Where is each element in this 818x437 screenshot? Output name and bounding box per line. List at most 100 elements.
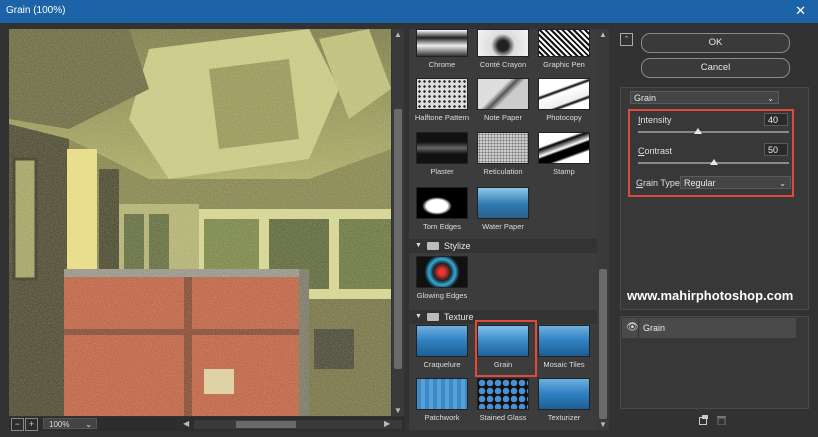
filter-label: Texturizer bbox=[547, 413, 581, 422]
scrollbar-thumb[interactable] bbox=[394, 109, 402, 369]
filter-photocopy[interactable]: Photocopy bbox=[535, 78, 593, 122]
filter-stained-glass[interactable]: Stained Glass bbox=[474, 378, 532, 422]
grain-type-value: Regular bbox=[684, 178, 716, 188]
texturizer-thumbnail-icon bbox=[538, 378, 590, 410]
chrome-thumbnail-icon bbox=[416, 29, 468, 57]
filter-label: Plaster bbox=[430, 167, 454, 176]
filter-label: Chrome bbox=[428, 60, 456, 69]
scroll-down-icon[interactable]: ▼ bbox=[394, 406, 402, 415]
contrast-label: Contrast bbox=[638, 146, 672, 156]
torn-edges-thumbnail-icon bbox=[416, 187, 468, 219]
effect-layer-name: Grain bbox=[643, 323, 666, 333]
filter-plaster[interactable]: Plaster bbox=[413, 132, 471, 176]
category-label: Texture bbox=[444, 312, 474, 322]
preview-zoom-bar: − + 100% ⌄ ◀ ▶ bbox=[9, 417, 405, 431]
filter-chrome[interactable]: Chrome bbox=[413, 29, 471, 69]
filter-label: Glowing Edges bbox=[416, 291, 468, 300]
glowing-edges-thumbnail-icon bbox=[416, 256, 468, 288]
filter-label: Halftone Pattern bbox=[414, 113, 470, 122]
new-effect-layer-icon[interactable] bbox=[699, 415, 708, 425]
folder-icon bbox=[427, 313, 439, 321]
stained-glass-thumbnail-icon bbox=[477, 378, 529, 410]
intensity-input[interactable]: 40 bbox=[764, 113, 788, 126]
filter-label: Water Paper bbox=[482, 222, 524, 231]
scroll-right-icon[interactable]: ▶ bbox=[384, 419, 390, 428]
title-bar: Grain (100%) ✕ bbox=[0, 0, 818, 23]
scrollbar-thumb[interactable] bbox=[236, 421, 296, 428]
reticulation-thumbnail-icon bbox=[477, 132, 529, 164]
chevron-down-icon: ⌄ bbox=[85, 420, 92, 429]
ok-button[interactable]: OK bbox=[641, 33, 790, 53]
effect-layers-panel: 👁 Grain bbox=[620, 316, 809, 409]
chevron-down-icon: ⌄ bbox=[767, 94, 774, 103]
filter-halftone-pattern[interactable]: Halftone Pattern bbox=[413, 78, 471, 122]
filter-label: Patchwork bbox=[424, 413, 460, 422]
filter-glowing-edges[interactable]: Glowing Edges bbox=[413, 256, 471, 300]
filter-conte-crayon[interactable]: Conté Crayon bbox=[474, 29, 532, 69]
halftone-pattern-thumbnail-icon bbox=[416, 78, 468, 110]
zoom-in-button[interactable]: + bbox=[25, 418, 38, 431]
grain-type-select[interactable]: Regular ⌄ bbox=[680, 176, 791, 189]
scroll-up-icon[interactable]: ▲ bbox=[394, 30, 402, 39]
delete-effect-layer-icon[interactable] bbox=[717, 415, 726, 425]
grain-type-mnemonic: G bbox=[636, 178, 644, 188]
scroll-left-icon[interactable]: ◀ bbox=[183, 419, 189, 428]
filter-label: Reticulation bbox=[483, 167, 523, 176]
gallery-scrollbar[interactable]: ▲ ▼ bbox=[597, 29, 609, 430]
collapse-gallery-icon[interactable]: ⌃ bbox=[620, 33, 633, 46]
effect-layer-row[interactable]: 👁 Grain bbox=[622, 318, 796, 338]
zoom-select[interactable]: 100% ⌄ bbox=[43, 418, 97, 429]
filter-label: Conté Crayon bbox=[479, 60, 527, 69]
filter-craquelure[interactable]: Craquelure bbox=[413, 325, 471, 369]
filter-mosaic-tiles[interactable]: Mosaic Tiles bbox=[535, 325, 593, 369]
filter-select-value: Grain bbox=[634, 93, 657, 103]
category-stylize[interactable]: ▼ Stylize bbox=[409, 239, 597, 253]
preview-canvas[interactable] bbox=[9, 29, 391, 416]
filter-stamp[interactable]: Stamp bbox=[535, 132, 593, 176]
filter-gallery: Chrome Conté Crayon Graphic Pen Halftone… bbox=[409, 29, 597, 430]
folder-icon bbox=[427, 242, 439, 250]
scroll-down-icon[interactable]: ▼ bbox=[599, 420, 607, 429]
conte-crayon-thumbnail-icon bbox=[477, 29, 529, 57]
contrast-label-text: ontrast bbox=[644, 146, 673, 156]
preview-horizontal-scrollbar[interactable] bbox=[194, 420, 402, 429]
filter-patchwork[interactable]: Patchwork bbox=[413, 378, 471, 422]
intensity-slider-track[interactable] bbox=[638, 131, 789, 133]
expand-triangle-icon: ▼ bbox=[415, 242, 422, 249]
filter-reticulation[interactable]: Reticulation bbox=[474, 132, 532, 176]
filter-water-paper[interactable]: Water Paper bbox=[474, 187, 532, 231]
filter-settings-panel: Grain ⌄ Intensity 40 Contrast 50 Grain T… bbox=[620, 87, 809, 310]
close-icon[interactable]: ✕ bbox=[795, 3, 806, 19]
selected-filter-highlight bbox=[475, 320, 537, 377]
category-label: Stylize bbox=[444, 241, 471, 251]
filter-torn-edges[interactable]: Torn Edges bbox=[413, 187, 471, 231]
contrast-input[interactable]: 50 bbox=[764, 143, 788, 156]
intensity-slider-handle[interactable] bbox=[694, 128, 703, 134]
plaster-thumbnail-icon bbox=[416, 132, 468, 164]
filter-label: Stamp bbox=[553, 167, 575, 176]
note-paper-thumbnail-icon bbox=[477, 78, 529, 110]
preview-vertical-scrollbar[interactable]: ▲ ▼ bbox=[392, 29, 404, 416]
filter-label: Stained Glass bbox=[479, 413, 527, 422]
preview-image bbox=[9, 29, 391, 416]
filter-label: Craquelure bbox=[423, 360, 461, 369]
grain-type-label-text: rain Type: bbox=[643, 178, 683, 188]
scrollbar-thumb[interactable] bbox=[599, 269, 607, 419]
filter-graphic-pen[interactable]: Graphic Pen bbox=[535, 29, 593, 69]
cancel-button[interactable]: Cancel bbox=[641, 58, 790, 78]
zoom-out-button[interactable]: − bbox=[11, 418, 24, 431]
scroll-up-icon[interactable]: ▲ bbox=[599, 30, 607, 39]
filter-select[interactable]: Grain ⌄ bbox=[630, 91, 779, 104]
filter-label: Mosaic Tiles bbox=[543, 360, 585, 369]
filter-texturizer[interactable]: Texturizer bbox=[535, 378, 593, 422]
craquelure-thumbnail-icon bbox=[416, 325, 468, 357]
filter-note-paper[interactable]: Note Paper bbox=[474, 78, 532, 122]
visibility-eye-icon[interactable]: 👁 bbox=[626, 322, 639, 333]
filter-label: Photocopy bbox=[546, 113, 582, 122]
patchwork-thumbnail-icon bbox=[416, 378, 468, 410]
grain-type-label: Grain Type: bbox=[636, 178, 682, 188]
chevron-down-icon: ⌄ bbox=[779, 179, 786, 188]
contrast-slider-handle[interactable] bbox=[709, 159, 718, 165]
filter-label: Torn Edges bbox=[423, 222, 461, 231]
intensity-label-text: ntensity bbox=[640, 115, 672, 125]
